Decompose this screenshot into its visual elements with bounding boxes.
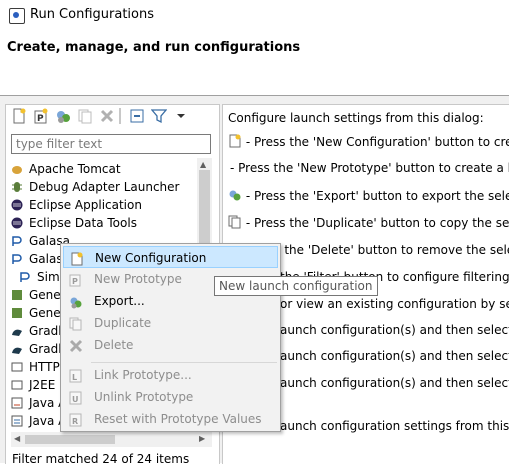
header-title: Create, manage, and run configurations [7, 40, 301, 55]
duplicate-icon [228, 215, 241, 229]
new-configuration-icon[interactable] [11, 108, 27, 124]
menu-item-label: Duplicate [94, 316, 152, 330]
info-line-text: - Press the 'Duplicate' button to copy t… [245, 216, 509, 230]
info-line: aunch configuration(s) and then select..… [280, 349, 509, 363]
menu-separator [91, 362, 277, 363]
menu-item-new-configuration[interactable]: New Configuration [63, 246, 278, 268]
info-line-export: - Press the 'Export' button to export th… [228, 188, 509, 204]
svg-text:P: P [37, 114, 44, 124]
menu-item-label: Delete [94, 338, 134, 352]
info-line-text: - Press the 'New Configuration' button t… [245, 135, 509, 149]
http-icon [11, 360, 23, 372]
svg-text:U: U [72, 395, 79, 404]
svg-text:P: P [72, 277, 78, 286]
scroll-right-icon[interactable]: ▶ [199, 434, 205, 444]
gradle-icon [11, 342, 23, 354]
tree-item-label: Apache Tomcat [29, 162, 121, 176]
unlink-prototype-icon: U [69, 390, 83, 405]
delete-icon [69, 338, 83, 353]
info-line-duplicate: - Press the 'Duplicate' button to copy t… [228, 215, 509, 231]
duplicate-icon[interactable] [77, 108, 93, 124]
galasa-icon [11, 252, 23, 264]
delete-icon[interactable] [99, 108, 115, 124]
java-app-icon [11, 414, 23, 427]
menu-item-label: Reset with Prototype Values [94, 412, 262, 426]
generic-icon [11, 306, 23, 318]
new-prototype-icon: P [69, 272, 83, 287]
new-configuration-icon [229, 134, 241, 148]
tree-item-label: HTTP [29, 360, 60, 374]
info-line: or view an existing configuration by sel… [280, 297, 509, 311]
tree-item-eclipse-data-tools[interactable]: Eclipse Data Tools [8, 214, 198, 232]
tree-item-label: Eclipse Data Tools [29, 216, 137, 230]
menu-item-label: New Configuration [95, 251, 207, 265]
new-prototype-icon[interactable]: P [33, 108, 49, 124]
gradle-icon [11, 324, 23, 336]
filter-field[interactable] [11, 134, 211, 154]
view-menu-chevron-down-icon[interactable] [173, 108, 189, 124]
menu-item-label: Unlink Prototype [94, 390, 194, 404]
filter-status: Filter matched 24 of 24 items [12, 452, 190, 466]
info-line-new-configuration: - Press the 'New Configuration' button t… [228, 134, 509, 150]
filter-input[interactable] [12, 135, 210, 153]
svg-text:R: R [72, 417, 78, 426]
info-line-text: - Press the 'Export' button to export th… [245, 189, 509, 203]
menu-item-label: New Prototype [94, 272, 182, 286]
configurations-toolbar: P [7, 106, 207, 128]
tree-item-debug-adapter-launcher[interactable]: Debug Adapter Launcher [8, 178, 198, 196]
menu-item-duplicate[interactable]: Duplicate [63, 312, 278, 334]
galasa-icon [11, 234, 23, 246]
menu-item-link-prototype[interactable]: L Link Prototype... [63, 364, 278, 386]
tomcat-icon [11, 162, 23, 174]
menu-item-label: Link Prototype... [94, 368, 192, 382]
menu-item-unlink-prototype[interactable]: U Unlink Prototype [63, 386, 278, 408]
menu-item-delete[interactable]: Delete [63, 334, 278, 356]
menu-item-reset-with-prototype-values[interactable]: R Reset with Prototype Values [63, 408, 278, 430]
data-tools-icon [11, 216, 23, 229]
info-line: - Press the 'New Prototype' button to cr… [230, 161, 509, 175]
filter-icon[interactable] [150, 108, 168, 124]
dialog-header: Create, manage, and run configurations [0, 32, 509, 96]
tree-item-label: Sim [37, 270, 60, 284]
duplicate-icon [69, 316, 83, 331]
info-line: aunch configuration(s) and then select..… [280, 376, 509, 390]
tooltip: New launch configuration [214, 276, 378, 296]
galasa-sim-icon [19, 270, 31, 282]
j2ee-icon [11, 378, 23, 390]
scroll-up-icon[interactable]: ▲ [200, 160, 206, 170]
new-configuration-icon [70, 251, 84, 266]
tree-item-label: Eclipse Application [29, 198, 142, 212]
generic-icon [11, 288, 23, 300]
export-icon [69, 294, 83, 309]
info-line: ss the 'Delete' button to remove the sel… [268, 243, 509, 257]
scroll-left-icon[interactable]: ◀ [14, 434, 20, 444]
tree-item-eclipse-application[interactable]: Eclipse Application [8, 196, 198, 214]
reset-prototype-icon: R [69, 412, 83, 427]
link-prototype-icon: L [69, 368, 83, 383]
app-icon [9, 8, 25, 24]
info-line: aunch configuration(s) and then select '… [280, 323, 509, 337]
svg-text:L: L [72, 373, 77, 382]
collapse-all-icon[interactable] [129, 108, 145, 124]
info-line: Configure launch settings from this dial… [228, 111, 484, 125]
menu-item-label: Export... [94, 294, 145, 308]
debug-adapter-icon [11, 180, 23, 192]
window-title: Run Configurations [30, 7, 154, 22]
toolbar-separator [119, 108, 121, 124]
context-menu: New Configuration P New Prototype Export… [60, 243, 281, 432]
export-icon [229, 190, 241, 201]
java-applet-icon [11, 396, 23, 409]
tree-item-label: Debug Adapter Launcher [29, 180, 180, 194]
export-icon[interactable] [55, 108, 71, 124]
eclipse-icon [11, 198, 23, 211]
horizontal-scroll-thumb[interactable] [25, 435, 115, 444]
info-line: aunch configuration settings from this d… [280, 419, 509, 433]
tree-item-apache-tomcat[interactable]: Apache Tomcat [8, 160, 198, 178]
